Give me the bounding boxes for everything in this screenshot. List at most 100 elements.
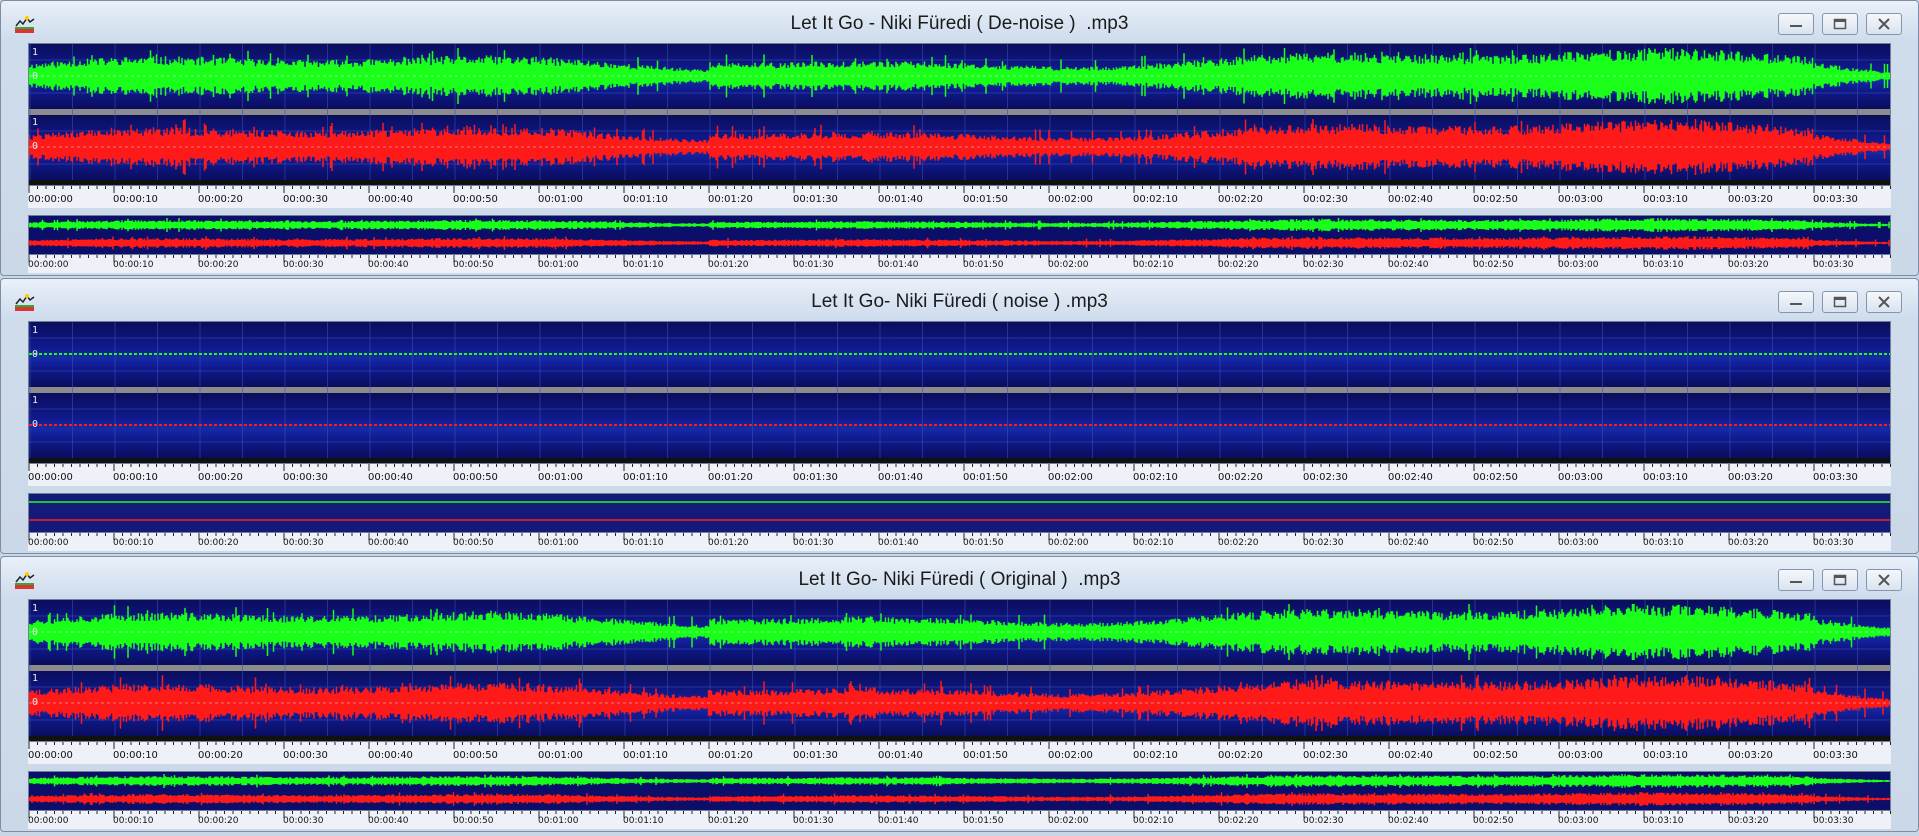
waveform-view[interactable]: 1 0 1 0 <box>28 321 1891 464</box>
time-label: 00:03:30 <box>1813 194 1858 205</box>
waveform-window: Let It Go - Niki Füredi ( De-noise ) .mp… <box>0 0 1919 276</box>
window-title: Let It Go - Niki Füredi ( De-noise ) .mp… <box>790 13 1129 34</box>
time-label: 00:01:50 <box>963 472 1008 483</box>
time-label: 00:00:50 <box>453 816 494 826</box>
time-label: 00:03:10 <box>1643 194 1688 205</box>
close-icon <box>1878 18 1890 30</box>
time-label: 00:01:40 <box>878 194 923 205</box>
time-label: 00:02:00 <box>1048 816 1089 826</box>
title-bar[interactable]: Let It Go- Niki Füredi ( noise ) .mp3 <box>1 279 1918 321</box>
time-ruler[interactable]: 00:00:00 00:00:10 00:00:20 00:00:30 00:00:40… <box>28 186 1891 208</box>
left-scale-zero: 0 <box>32 71 39 82</box>
time-label: 00:01:40 <box>878 816 919 826</box>
overview-canvas <box>29 218 1890 250</box>
time-label: 00:01:00 <box>538 194 583 205</box>
time-ruler[interactable]: 00:00:00 00:00:10 00:00:20 00:00:30 00:00:40… <box>28 742 1891 764</box>
time-label: 00:03:20 <box>1728 538 1769 548</box>
maximize-button[interactable] <box>1822 291 1858 313</box>
time-label: 00:02:30 <box>1303 194 1348 205</box>
time-label: 00:00:40 <box>368 472 413 483</box>
time-label: 00:03:00 <box>1558 750 1603 761</box>
title-bar[interactable]: Let It Go - Niki Füredi ( De-noise ) .mp… <box>1 1 1918 43</box>
right-scale-max: 1 <box>32 395 39 406</box>
time-label: 00:03:30 <box>1813 260 1854 270</box>
close-button[interactable] <box>1866 569 1902 591</box>
time-label: 00:03:00 <box>1558 816 1599 826</box>
overview-left <box>29 774 1890 788</box>
overview-bg <box>29 494 1890 532</box>
time-label: 00:00:00 <box>28 816 69 826</box>
time-label: 00:00:10 <box>113 260 154 270</box>
time-ruler[interactable]: 00:00:00 00:00:10 00:00:20 00:00:30 00:00:40… <box>28 464 1891 486</box>
time-label: 00:00:20 <box>198 538 239 548</box>
time-label: 00:02:00 <box>1048 260 1089 270</box>
window-title: Let It Go- Niki Füredi ( Original ) .mp3 <box>798 569 1121 590</box>
time-label: 00:00:00 <box>28 538 69 548</box>
close-icon <box>1878 296 1890 308</box>
time-label: 00:02:20 <box>1218 472 1263 483</box>
time-label: 00:00:50 <box>453 194 498 205</box>
time-label: 00:00:20 <box>198 472 243 483</box>
time-label: 00:00:20 <box>198 194 243 205</box>
maximize-button[interactable] <box>1822 13 1858 35</box>
time-label: 00:01:40 <box>878 472 923 483</box>
time-label: 00:00:50 <box>453 260 494 270</box>
minimize-button[interactable] <box>1778 291 1814 313</box>
time-label: 00:02:50 <box>1473 194 1518 205</box>
time-label: 00:01:50 <box>963 194 1008 205</box>
time-label: 00:00:10 <box>113 750 158 761</box>
overview-waveform[interactable] <box>28 771 1891 811</box>
time-label: 00:00:40 <box>368 538 409 548</box>
time-label: 00:00:40 <box>368 260 409 270</box>
title-bar[interactable]: Let It Go- Niki Füredi ( Original ) .mp3 <box>1 557 1918 599</box>
close-button[interactable] <box>1866 13 1902 35</box>
overview-time-ruler[interactable]: 00:00:00 00:00:10 00:00:20 00:00:30 00:00:40… <box>28 533 1891 551</box>
time-label: 00:01:10 <box>623 472 668 483</box>
overview-left <box>29 218 1890 232</box>
maximize-button[interactable] <box>1822 569 1858 591</box>
time-label: 00:01:20 <box>708 816 749 826</box>
time-label: 00:00:50 <box>453 538 494 548</box>
overview-canvas <box>29 774 1890 806</box>
waveform-view[interactable]: 1 0 1 0 <box>28 599 1891 742</box>
time-label: 00:00:10 <box>113 472 158 483</box>
time-label: 00:01:10 <box>623 194 668 205</box>
time-label: 00:02:00 <box>1048 538 1089 548</box>
time-label: 00:01:20 <box>708 538 749 548</box>
time-label: 00:01:00 <box>538 816 579 826</box>
time-label: 00:01:40 <box>878 260 919 270</box>
close-button[interactable] <box>1866 291 1902 313</box>
waveform-window: Let It Go- Niki Füredi ( noise ) .mp3 1 … <box>0 278 1919 554</box>
time-label: 00:01:20 <box>708 194 753 205</box>
time-label: 00:02:20 <box>1218 260 1259 270</box>
time-label: 00:01:40 <box>878 750 923 761</box>
overview-waveform[interactable] <box>28 493 1891 533</box>
time-label: 00:03:00 <box>1558 194 1603 205</box>
waveform-view[interactable]: 1 0 1 0 <box>28 43 1891 186</box>
waveform-canvas <box>29 322 1890 458</box>
overview-waveform[interactable] <box>28 215 1891 255</box>
time-label: 00:00:20 <box>198 750 243 761</box>
time-label: 00:03:30 <box>1813 750 1858 761</box>
waveform-canvas <box>29 600 1890 736</box>
time-label: 00:03:20 <box>1728 194 1773 205</box>
time-label: 00:01:20 <box>708 750 753 761</box>
time-label: 00:01:00 <box>538 750 583 761</box>
time-label: 00:02:40 <box>1388 750 1433 761</box>
time-label: 00:01:50 <box>963 816 1004 826</box>
time-label: 00:01:10 <box>623 816 664 826</box>
time-label: 00:02:40 <box>1388 260 1429 270</box>
time-label: 00:03:10 <box>1643 816 1684 826</box>
time-label: 00:00:30 <box>283 816 324 826</box>
time-label: 00:03:00 <box>1558 538 1599 548</box>
time-label: 00:01:10 <box>623 750 668 761</box>
time-label: 00:02:30 <box>1303 538 1344 548</box>
time-label: 00:01:30 <box>793 194 838 205</box>
minimize-button[interactable] <box>1778 13 1814 35</box>
overview-time-ruler[interactable]: 00:00:00 00:00:10 00:00:20 00:00:30 00:00:40… <box>28 811 1891 829</box>
minimize-button[interactable] <box>1778 569 1814 591</box>
time-label: 00:02:40 <box>1388 816 1429 826</box>
minimize-icon <box>1790 303 1802 305</box>
time-label: 00:01:30 <box>793 472 838 483</box>
overview-time-ruler[interactable]: 00:00:00 00:00:10 00:00:20 00:00:30 00:00:40… <box>28 255 1891 273</box>
